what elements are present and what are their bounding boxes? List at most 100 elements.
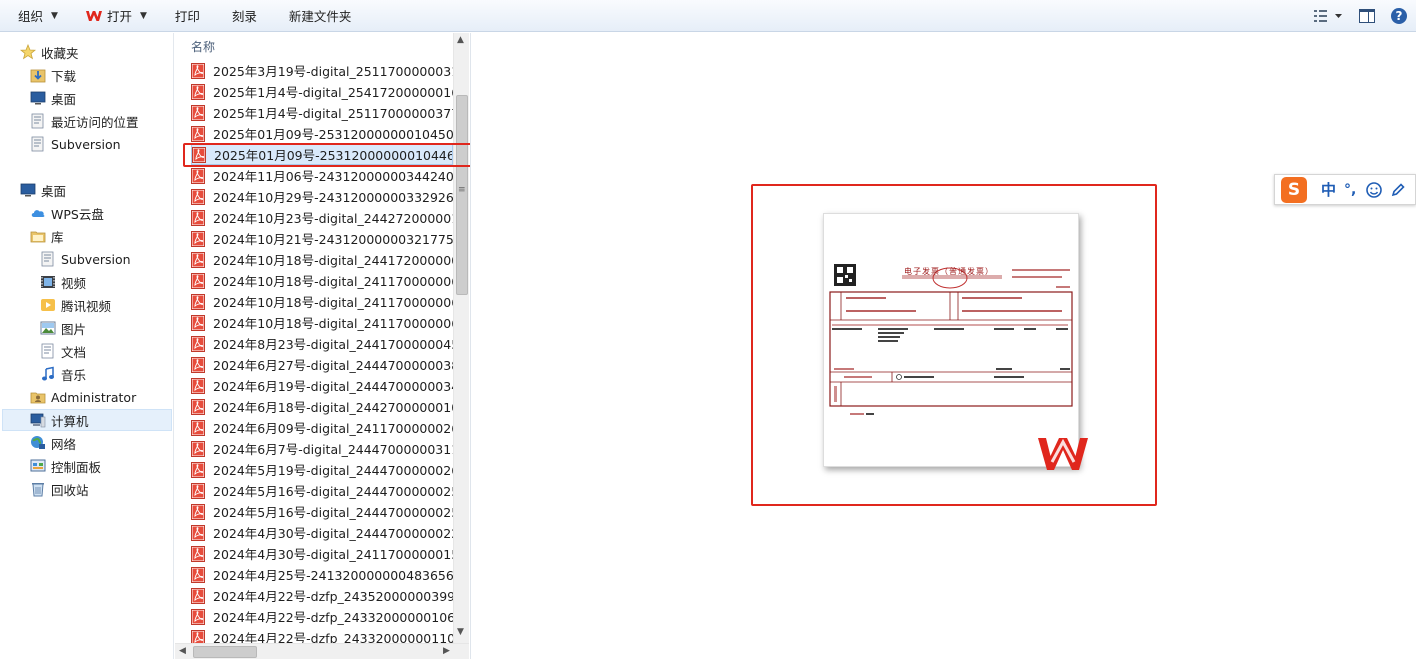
nav-favorites[interactable]: 收藏夹 bbox=[20, 41, 79, 63]
new-folder-button[interactable]: 新建文件夹 bbox=[279, 4, 362, 28]
file-row[interactable]: 2024年10月21号-243120000003217757700 bbox=[191, 228, 453, 249]
nav-item-label: Subversion bbox=[51, 136, 121, 152]
file-row[interactable]: 2024年4月25号-24132000000048365629-5 bbox=[191, 564, 453, 585]
file-row[interactable]: 2024年6月09号-digital_24117000000267960 bbox=[191, 417, 453, 438]
burn-button[interactable]: 刻录 bbox=[222, 4, 267, 28]
file-row[interactable]: 2025年1月4号-digital_25417200000016520 bbox=[191, 81, 453, 102]
nav-item-pictures[interactable]: 图片 bbox=[40, 317, 86, 339]
organize-button[interactable]: 组织 ▼ bbox=[8, 4, 68, 28]
nav-item-tencent-video[interactable]: 腾讯视频 bbox=[40, 294, 111, 316]
file-row[interactable]: 2024年10月18号-digital_24117000000672800 bbox=[191, 291, 453, 312]
nav-item-music[interactable]: 音乐 bbox=[40, 363, 86, 385]
scroll-right-icon[interactable]: ▶ bbox=[443, 646, 450, 656]
document-library-icon bbox=[40, 251, 56, 267]
file-row[interactable]: 2025年01月09号-253120000000104509660 bbox=[191, 123, 453, 144]
file-row[interactable]: 2024年10月18号-digital_24117000000672800 bbox=[191, 312, 453, 333]
pdf-file-icon bbox=[191, 62, 205, 79]
nav-item-label: 文档 bbox=[61, 344, 87, 360]
view-list-icon bbox=[1314, 10, 1342, 22]
nav-item-wps-cloud[interactable]: WPS云盘 bbox=[30, 202, 104, 224]
nav-item-administrator[interactable]: Administrator bbox=[30, 386, 136, 408]
file-row[interactable]: 2024年4月22号-dzfp_24332000000106100 bbox=[191, 606, 453, 627]
nav-item-network[interactable]: 网络 bbox=[30, 432, 76, 454]
file-row[interactable]: 2024年4月30号-digital_24447000000220770 bbox=[191, 522, 453, 543]
file-row[interactable]: 2024年4月22号-dzfp_24352000000399670 bbox=[191, 585, 453, 606]
ime-toolbar[interactable]: S 中 °, bbox=[1274, 174, 1416, 205]
nav-item-downloads[interactable]: 下载 bbox=[30, 64, 76, 86]
wps-icon bbox=[85, 10, 102, 21]
view-options-button[interactable] bbox=[1310, 5, 1346, 27]
nav-item-recent[interactable]: 最近访问的位置 bbox=[30, 110, 139, 132]
nav-item-library[interactable]: 库 bbox=[30, 225, 64, 247]
file-row[interactable]: 2024年5月16号-digital_24447000000255200 bbox=[191, 501, 453, 522]
file-row[interactable]: 2025年3月19号-digital_25117000000317850 bbox=[191, 60, 453, 81]
pdf-file-icon bbox=[191, 566, 205, 583]
vertical-scrollbar[interactable]: ▲ ≡ ▼ bbox=[453, 33, 469, 643]
nav-item-documents[interactable]: 文档 bbox=[40, 340, 86, 362]
nav-item-library-subversion[interactable]: Subversion bbox=[40, 248, 131, 270]
column-header-name[interactable]: 名称 bbox=[191, 38, 215, 55]
help-button[interactable]: ? bbox=[1388, 5, 1410, 27]
nav-item-recycle-bin[interactable]: 回收站 bbox=[30, 478, 89, 500]
pdf-file-icon bbox=[191, 461, 205, 478]
file-row[interactable]: 2024年6月7号-digital_24447000000311030 bbox=[191, 438, 453, 459]
nav-item-label: 回收站 bbox=[51, 482, 89, 498]
sogou-logo-icon[interactable]: S bbox=[1281, 176, 1307, 203]
chevron-down-icon: ▼ bbox=[51, 10, 58, 21]
open-button[interactable]: 打开 ▼ bbox=[76, 4, 157, 28]
print-button[interactable]: 打印 bbox=[165, 4, 210, 28]
user-folder-icon bbox=[30, 389, 46, 405]
nav-favorites-label: 收藏夹 bbox=[41, 45, 79, 61]
file-row[interactable]: 2024年10月23号-digital_24427200000112600 bbox=[191, 207, 453, 228]
nav-item-computer[interactable]: 计算机 bbox=[2, 409, 172, 431]
scroll-grip-icon: ≡ bbox=[458, 185, 466, 195]
pdf-file-icon bbox=[191, 419, 205, 436]
file-row[interactable]: 2024年10月18号-digital_24117000000672800 bbox=[191, 270, 453, 291]
file-row[interactable]: 2024年10月29号-243120000003329260570 bbox=[191, 186, 453, 207]
help-icon: ? bbox=[1391, 8, 1407, 24]
pdf-file-icon bbox=[191, 482, 205, 499]
pdf-file-icon bbox=[191, 188, 205, 205]
subversion-icon bbox=[30, 136, 46, 152]
tencent-video-icon bbox=[40, 297, 56, 313]
file-row[interactable]: 2024年5月16号-digital_24447000000256690 bbox=[191, 480, 453, 501]
pdf-file-icon bbox=[191, 293, 205, 310]
scroll-up-icon[interactable]: ▲ bbox=[457, 35, 464, 45]
file-row[interactable]: 2024年6月18号-digital_24427000000101450 bbox=[191, 396, 453, 417]
hscrollbar-thumb[interactable] bbox=[193, 646, 257, 658]
preview-pane-button[interactable] bbox=[1356, 5, 1378, 27]
nav-item-control-panel[interactable]: 控制面板 bbox=[30, 455, 101, 477]
file-row[interactable]: 2024年6月27号-digital_24447000000382340 bbox=[191, 354, 453, 375]
nav-item-videos[interactable]: 视频 bbox=[40, 271, 86, 293]
file-row[interactable]: 2024年5月19号-digital_24447000000263230 bbox=[191, 459, 453, 480]
emoji-icon[interactable] bbox=[1366, 181, 1383, 198]
film-icon bbox=[40, 274, 56, 290]
pdf-file-icon bbox=[191, 272, 205, 289]
ime-mode-toggle[interactable]: 中 bbox=[1321, 179, 1336, 200]
file-row[interactable]: 2024年11月06号-243120000003442407000 bbox=[191, 165, 453, 186]
file-row[interactable]: 2025年1月4号-digital_25117000000377200 bbox=[191, 102, 453, 123]
horizontal-scrollbar[interactable]: ◀ ▶ bbox=[175, 643, 469, 659]
nav-desktop[interactable]: 桌面 bbox=[20, 179, 66, 201]
file-name: 2024年6月7号-digital_24447000000311030 bbox=[213, 442, 453, 457]
nav-item-desktop-fav[interactable]: 桌面 bbox=[30, 87, 76, 109]
pen-icon[interactable] bbox=[1390, 182, 1406, 198]
pdf-file-icon bbox=[191, 587, 205, 604]
file-name: 2024年5月19号-digital_24447000000263230 bbox=[213, 463, 453, 478]
file-row[interactable]: 2024年8月23号-digital_24417000000458300 bbox=[191, 333, 453, 354]
pdf-file-icon bbox=[191, 398, 205, 415]
nav-item-subversion-fav[interactable]: Subversion bbox=[30, 133, 121, 155]
file-name: 2025年3月19号-digital_25117000000317850 bbox=[213, 64, 453, 79]
open-label: 打开 bbox=[106, 9, 132, 24]
scrollbar-thumb[interactable] bbox=[456, 95, 468, 295]
document-icon bbox=[40, 343, 56, 359]
file-name: 2024年4月22号-dzfp_24332000000106100 bbox=[213, 610, 453, 625]
ime-punct-toggle[interactable]: °, bbox=[1344, 182, 1356, 198]
file-row[interactable]: 2024年4月30号-digital_24117000000156830 bbox=[191, 543, 453, 564]
scroll-down-icon[interactable]: ▼ bbox=[457, 627, 464, 637]
scroll-left-icon[interactable]: ◀ bbox=[179, 646, 186, 656]
file-name: 2024年6月19号-digital_24447000000349760 bbox=[213, 379, 453, 394]
file-row[interactable]: 2024年10月18号-digital_24417200000068000 bbox=[191, 249, 453, 270]
file-name: 2025年1月4号-digital_25417200000016520 bbox=[213, 85, 453, 100]
file-row[interactable]: 2024年6月19号-digital_24447000000349760 bbox=[191, 375, 453, 396]
